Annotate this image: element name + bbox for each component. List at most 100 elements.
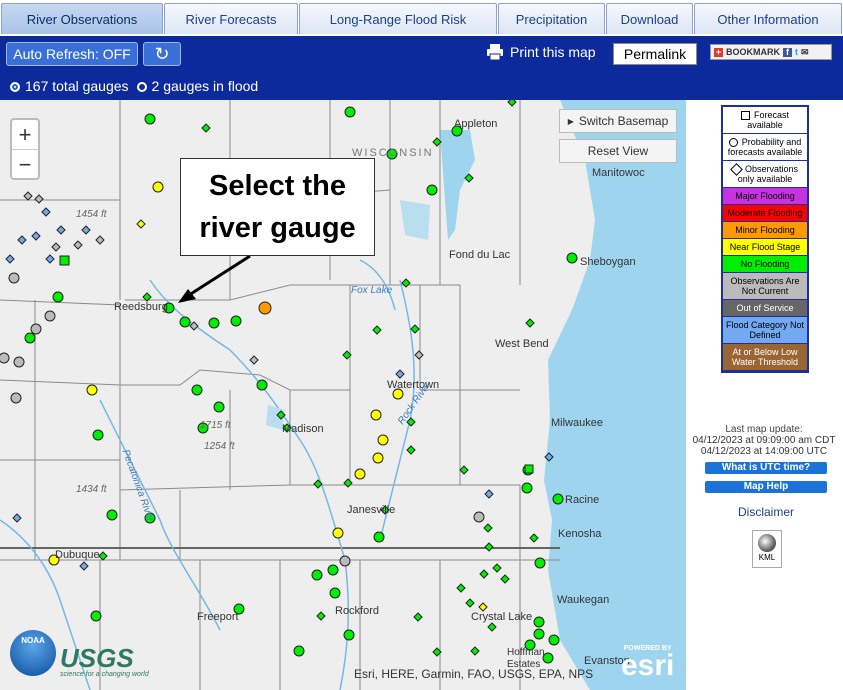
- noaa-logo: NOAA: [10, 630, 56, 676]
- map-help-link[interactable]: Map Help: [705, 481, 827, 493]
- caret-right-icon: ▶: [567, 116, 574, 126]
- label-appleton: Appleton: [454, 118, 498, 130]
- minor-flood-marker[interactable]: [258, 301, 272, 315]
- bookmark-plus-icon: +: [714, 47, 723, 57]
- legend-label: At or Below Low Water Threshold: [731, 347, 799, 368]
- legend-label: Flood Category Not Defined: [725, 320, 805, 341]
- green-bay: [440, 130, 475, 240]
- legend-label: Forecast available: [747, 110, 789, 131]
- disclaimer-link[interactable]: Disclaimer: [738, 505, 794, 519]
- total-gauges-radio[interactable]: [10, 82, 20, 92]
- total-gauges-option[interactable]: 167 total gauges: [10, 78, 129, 94]
- label-west-bend: West Bend: [495, 338, 549, 350]
- flood-gauges-radio[interactable]: [136, 82, 147, 92]
- legend-label: Near Flood Stage: [729, 242, 801, 253]
- switch-basemap-label: Switch Basemap: [578, 114, 669, 128]
- rivers: [0, 259, 415, 690]
- forecast-square-marker[interactable]: [524, 464, 534, 474]
- label-sheboygan: Sheboygan: [580, 256, 636, 268]
- refresh-icon: ↻: [154, 43, 170, 64]
- label-crystal-lake: Crystal Lake: [471, 611, 533, 623]
- legend-label: Out of Service: [736, 303, 794, 314]
- legend-item: Moderate Flooding: [723, 205, 807, 223]
- zoom-control: + −: [10, 118, 40, 180]
- tab-precipitation[interactable]: Precipitation: [498, 3, 605, 34]
- esri-logo: POWERED BY esri: [621, 645, 675, 682]
- kml-download[interactable]: KML: [752, 530, 782, 568]
- last-update-cdt: 04/12/2023 at 09:09:00 am CDT: [692, 435, 836, 446]
- label-racine: Racine: [565, 494, 600, 506]
- label-manitowoc: Manitowoc: [592, 167, 645, 179]
- print-map-link[interactable]: Print this map: [486, 44, 596, 60]
- legend-item: Minor Flooding: [723, 222, 807, 240]
- flood-gauges-option[interactable]: 2 gauges in flood: [136, 78, 259, 94]
- square-symbol-icon: [740, 111, 750, 121]
- map-attribution: Esri, HERE, Garmin, FAO, USGS, EPA, NPS: [354, 667, 594, 681]
- permalink-button[interactable]: Permalink: [613, 43, 697, 65]
- label-freeport: Freeport: [197, 611, 239, 623]
- callout-arrow: [178, 254, 251, 303]
- gauge-filter: 167 total gauges 2 gauges in flood: [10, 78, 258, 94]
- main-tabs: River Observations River Forecasts Long-…: [0, 0, 843, 36]
- tab-download[interactable]: Download: [606, 3, 693, 34]
- tab-other-information[interactable]: Other Information: [694, 3, 842, 34]
- total-gauges-label: 167 total gauges: [25, 78, 129, 94]
- tab-river-observations[interactable]: River Observations: [1, 3, 163, 34]
- utc-time-link[interactable]: What is UTC time?: [705, 462, 827, 474]
- label-waukegan: Waukegan: [557, 594, 610, 606]
- label-madison: Madison: [282, 423, 324, 435]
- label-milwaukee: Milwaukee: [551, 417, 603, 429]
- legend: Forecast available Probability and foreca…: [721, 105, 809, 374]
- label-kenosha: Kenosha: [558, 528, 602, 540]
- print-map-label: Print this map: [510, 44, 596, 60]
- kml-label: KML: [758, 553, 776, 562]
- refresh-button[interactable]: ↻: [143, 42, 181, 66]
- lake-winnebago: [400, 200, 430, 240]
- twitter-icon: t: [795, 47, 798, 57]
- auto-refresh-button[interactable]: Auto Refresh: OFF: [6, 42, 138, 66]
- zoom-in-button[interactable]: +: [12, 120, 38, 149]
- kml-globe-icon: [758, 534, 776, 552]
- label-elevation: 1254 ft: [204, 441, 235, 452]
- bookmark-button[interactable]: + BOOKMARK f t ✉: [710, 44, 832, 60]
- tab-river-forecasts[interactable]: River Forecasts: [164, 3, 298, 34]
- legend-item: No Flooding: [723, 256, 807, 274]
- usgs-tagline: science for a changing world: [60, 671, 149, 678]
- legend-item: Observations Are Not Current: [723, 273, 807, 301]
- tab-long-range-flood-risk[interactable]: Long-Range Flood Risk: [299, 3, 497, 34]
- flood-gauges-label: 2 gauges in flood: [151, 78, 259, 94]
- legend-item: Major Flooding: [723, 188, 807, 206]
- printer-icon: [487, 44, 503, 60]
- esri-logo-text: esri: [621, 649, 675, 682]
- usgs-logo-text: USGS: [60, 643, 134, 673]
- instruction-callout: Select the river gauge: [180, 158, 375, 256]
- legend-item: Probability and forecasts available: [723, 134, 807, 162]
- map-update-info: Last map update: 04/12/2023 at 09:09:00 …: [690, 424, 838, 457]
- legend-label: Observations Are Not Current: [730, 276, 800, 297]
- legend-label: Minor Flooding: [735, 225, 795, 236]
- label-elevation: 1454 ft: [76, 209, 107, 220]
- legend-label: Major Flooding: [735, 191, 795, 202]
- switch-basemap-button[interactable]: ▶ Switch Basemap: [559, 109, 677, 133]
- legend-item: Near Flood Stage: [723, 239, 807, 257]
- reset-view-button[interactable]: Reset View: [559, 139, 677, 163]
- facebook-icon: f: [783, 47, 792, 57]
- forecast-square-marker[interactable]: [59, 255, 70, 266]
- label-reedsburg: Reedsburg: [114, 301, 168, 313]
- label-janesville: Janesville: [347, 504, 396, 516]
- last-update-utc: 04/12/2023 at 14:09:00 UTC: [700, 446, 828, 457]
- legend-item: Observations only available: [723, 161, 807, 189]
- legend-label: Moderate Flooding: [727, 208, 803, 219]
- usgs-logo: USGS science for a changing world: [60, 645, 149, 678]
- legend-item: Flood Category Not Defined: [723, 317, 807, 345]
- legend-label: No Flooding: [740, 259, 790, 270]
- legend-item: Out of Service: [723, 300, 807, 318]
- label-fox-lake: Fox Lake: [351, 285, 393, 296]
- legend-item: Forecast available: [723, 107, 807, 135]
- label-dubuque: Dubuque: [55, 549, 100, 561]
- zoom-out-button[interactable]: −: [12, 149, 38, 179]
- label-elevation: 1434 ft: [76, 484, 107, 495]
- legend-item: At or Below Low Water Threshold: [723, 344, 807, 372]
- legend-label: Probability and forecasts available: [727, 137, 803, 158]
- email-icon: ✉: [801, 46, 809, 57]
